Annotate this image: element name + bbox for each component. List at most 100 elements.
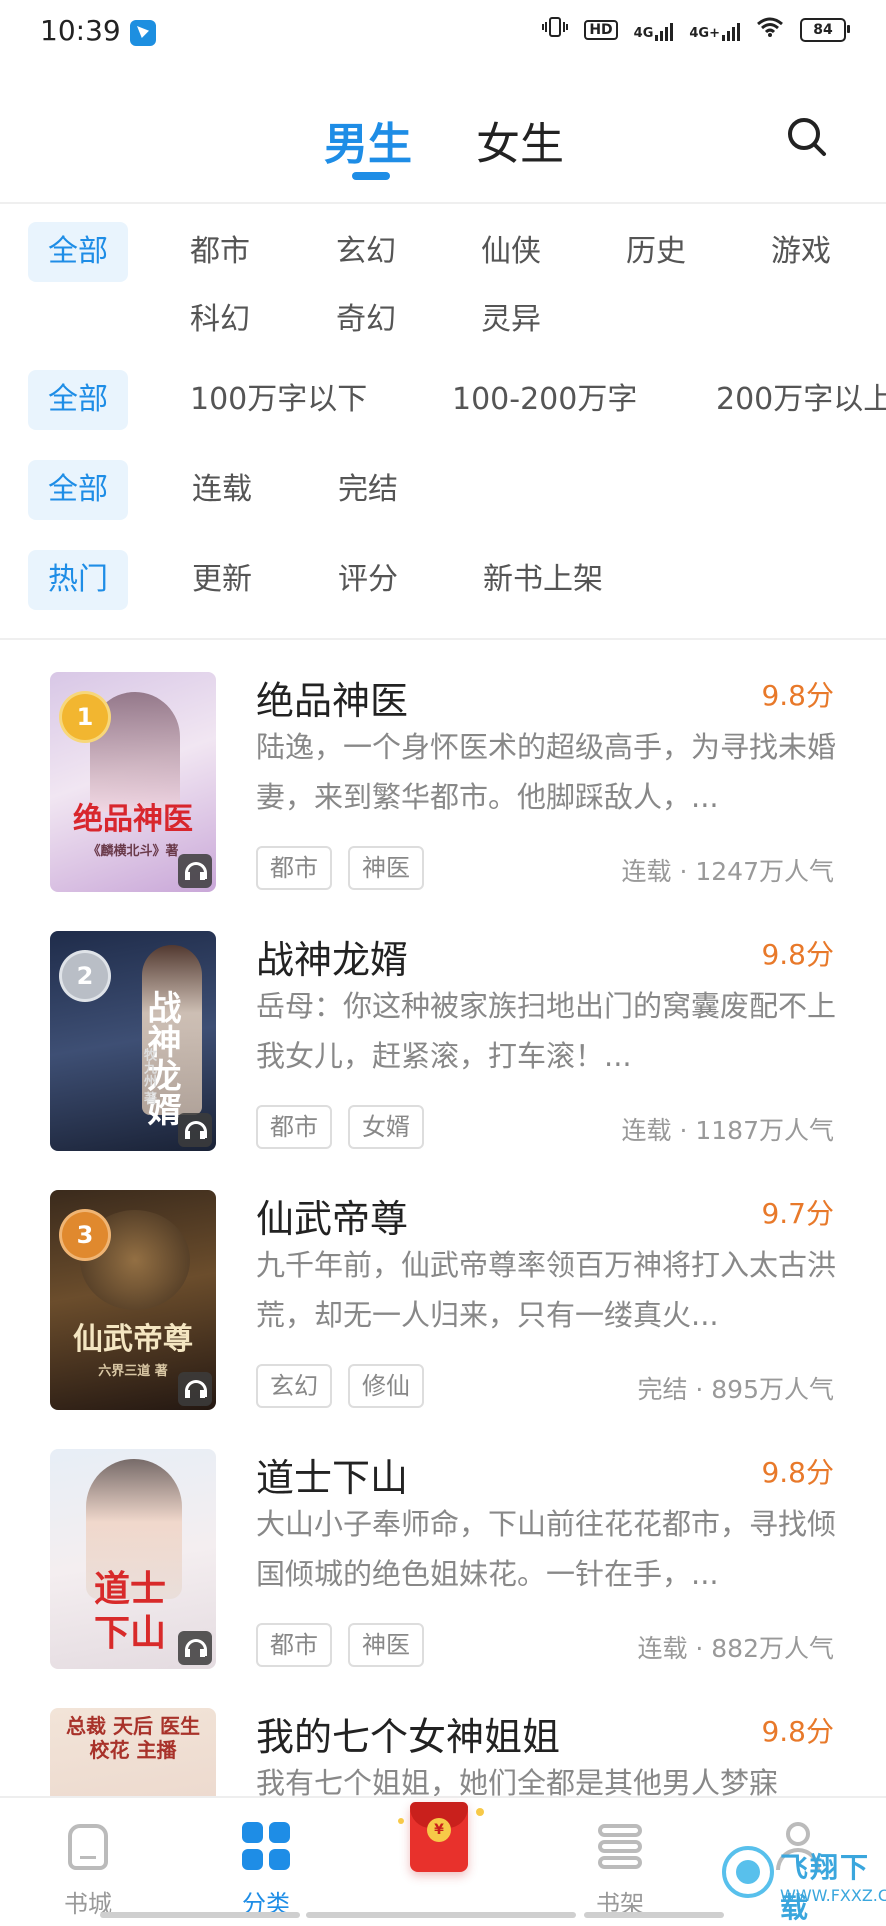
gesture-bar (306, 1912, 576, 1918)
filter-status-completed[interactable]: 完结 (338, 460, 398, 520)
bookshelf-icon (598, 1824, 642, 1870)
book-score: 9.8分 (761, 938, 834, 971)
wifi-icon (756, 16, 784, 43)
book-cover[interactable]: 道士下山 (50, 1449, 216, 1669)
filter-words-over-2m[interactable]: 200万字以上 (716, 370, 886, 430)
tab-female[interactable]: 女生 (476, 108, 564, 172)
network-4gplus-label: 4G+ (689, 25, 720, 41)
book-title: 道士下山 (256, 1456, 409, 1500)
book-title: 仙武帝尊 (256, 1197, 409, 1241)
book-cover-author: 牧九州 著 (141, 1047, 156, 1105)
filter-words-1m-2m[interactable]: 100-200万字 (452, 370, 637, 430)
category-icon (242, 1822, 290, 1870)
rank-badge: 3 (62, 1212, 108, 1258)
book-cover-title: 仙武帝尊 (73, 1322, 193, 1357)
book-description: 大山小子奉师命，下山前往花花都市，寻找倾国倾城的绝色姐妹花。一针在手，... (256, 1507, 837, 1591)
filter-words-all[interactable]: 全部 (28, 370, 128, 430)
network-4g-label: 4G (633, 25, 654, 41)
filter-genre-urban[interactable]: 都市 (190, 222, 250, 282)
headphones-icon (178, 1631, 212, 1665)
filter-genre-history[interactable]: 历史 (626, 222, 686, 282)
book-tags: 都市 神医 (256, 1623, 424, 1667)
book-tag[interactable]: 神医 (348, 846, 424, 890)
headphones-icon (178, 1113, 212, 1147)
tab-male[interactable]: 男生 (324, 108, 412, 172)
book-tag[interactable]: 玄幻 (256, 1364, 332, 1408)
red-packet-icon[interactable]: ¥ (396, 1778, 486, 1888)
book-tags: 玄幻 修仙 (256, 1364, 424, 1408)
gesture-bar (584, 1912, 724, 1918)
book-tag[interactable]: 神医 (348, 1623, 424, 1667)
filter-genre-scifi[interactable]: 科幻 (190, 290, 250, 350)
nav-category[interactable]: 分类 (196, 1798, 336, 1922)
status-time: 10:39 (40, 14, 121, 47)
watermark-url: WWW.FXXZ.COM (780, 1886, 886, 1905)
book-score: 9.8分 (761, 1456, 834, 1489)
book-cover[interactable]: 战神龙婿 牧九州 著 2 (50, 931, 216, 1151)
search-icon[interactable] (786, 116, 828, 158)
book-meta: 连载 · 882万人气 (637, 1634, 834, 1663)
status-icons: HD 4G 4G+ 84 (542, 16, 850, 43)
book-cover[interactable]: 仙武帝尊 六界三道 著 3 (50, 1190, 216, 1410)
status-bar: 10:39 HD 4G 4G+ 84 (0, 0, 886, 66)
book-tags: 都市 女婿 (256, 1105, 424, 1149)
book-title: 战神龙婿 (256, 938, 409, 982)
rank-badge: 1 (62, 694, 108, 740)
book-tag[interactable]: 都市 (256, 846, 332, 890)
book-cover-title: 总裁 天后 医生 校花 主播 (66, 1714, 200, 1762)
watermark-icon (722, 1846, 774, 1898)
filter-genre-xianxia[interactable]: 仙侠 (481, 222, 541, 282)
signal-icon-2 (722, 19, 740, 41)
book-meta: 完结 · 895万人气 (637, 1375, 834, 1404)
book-description: 岳母：你这种被家族扫地出门的窝囊废配不上我女儿，赶紧滚，打车滚！... (256, 989, 837, 1073)
book-cover[interactable]: 绝品神医 《麟横北斗》著 1 (50, 672, 216, 892)
book-description: 九千年前，仙武帝尊率领百万神将打入太古洪荒，却无一人归来，只有一缕真火... (256, 1248, 837, 1332)
book-cover[interactable]: 总裁 天后 医生 校花 主播 (50, 1708, 216, 1796)
sort-new-books[interactable]: 新书上架 (483, 550, 603, 610)
home-icon (68, 1824, 108, 1870)
filter-divider (0, 638, 886, 640)
headphones-icon (178, 854, 212, 888)
filter-status-ongoing[interactable]: 连载 (192, 460, 252, 520)
gender-tabs: 男生 女生 (0, 100, 886, 190)
book-meta: 连载 · 1187万人气 (621, 1116, 834, 1145)
book-tags: 都市 神医 (256, 846, 424, 890)
book-description: 我有七个姐姐，她们全都是其他男人梦寐 (256, 1766, 779, 1796)
book-tag[interactable]: 修仙 (348, 1364, 424, 1408)
book-item[interactable]: 绝品神医 《麟横北斗》著 1 绝品神医 9.8分 陆逸，一个身怀医术的超级高手，… (0, 660, 886, 900)
book-score: 9.8分 (761, 679, 834, 712)
vibrate-icon (542, 16, 569, 43)
filter-genre-all[interactable]: 全部 (28, 222, 128, 282)
book-tag[interactable]: 都市 (256, 1105, 332, 1149)
nav-bookshelf[interactable]: 书架 (550, 1798, 690, 1922)
filter-genre-fantasy[interactable]: 玄幻 (336, 222, 396, 282)
book-score: 9.8分 (761, 1715, 834, 1748)
active-tab-indicator (352, 172, 390, 180)
notification-app-icon (130, 20, 156, 46)
hd-icon: HD (584, 19, 618, 40)
book-title: 我的七个女神姐姐 (256, 1715, 561, 1759)
battery-icon: 84 (800, 17, 850, 42)
filter-genre-magic[interactable]: 奇幻 (336, 290, 396, 350)
filter-genre-supernatural[interactable]: 灵异 (481, 290, 541, 350)
book-description: 陆逸，一个身怀医术的超级高手，为寻找未婚妻，来到繁华都市。他脚踩敌人，... (256, 730, 837, 814)
book-cover-title: 道士下山 (93, 1568, 166, 1654)
book-meta: 连载 · 1247万人气 (621, 857, 834, 886)
book-item[interactable]: 道士下山 道士下山 9.8分 大山小子奉师命，下山前往花花都市，寻找倾国倾城的绝… (0, 1437, 886, 1677)
nav-bookstore[interactable]: 书城 (18, 1798, 158, 1922)
filter-status-all[interactable]: 全部 (28, 460, 128, 520)
book-score: 9.7分 (761, 1197, 834, 1230)
sort-hot[interactable]: 热门 (28, 550, 128, 610)
filter-words-under-1m[interactable]: 100万字以下 (190, 370, 367, 430)
sort-rating[interactable]: 评分 (338, 550, 398, 610)
book-item[interactable]: 仙武帝尊 六界三道 著 3 仙武帝尊 9.7分 九千年前，仙武帝尊率领百万神将打… (0, 1178, 886, 1418)
book-item[interactable]: 战神龙婿 牧九州 著 2 战神龙婿 9.8分 岳母：你这种被家族扫地出门的窝囊废… (0, 919, 886, 1159)
headphones-icon (178, 1372, 212, 1406)
rank-badge: 2 (62, 953, 108, 999)
sort-updated[interactable]: 更新 (192, 550, 252, 610)
book-tag[interactable]: 女婿 (348, 1105, 424, 1149)
book-tag[interactable]: 都市 (256, 1623, 332, 1667)
signal-icon (655, 19, 674, 41)
header-divider (0, 202, 886, 204)
filter-genre-game[interactable]: 游戏 (771, 222, 831, 282)
